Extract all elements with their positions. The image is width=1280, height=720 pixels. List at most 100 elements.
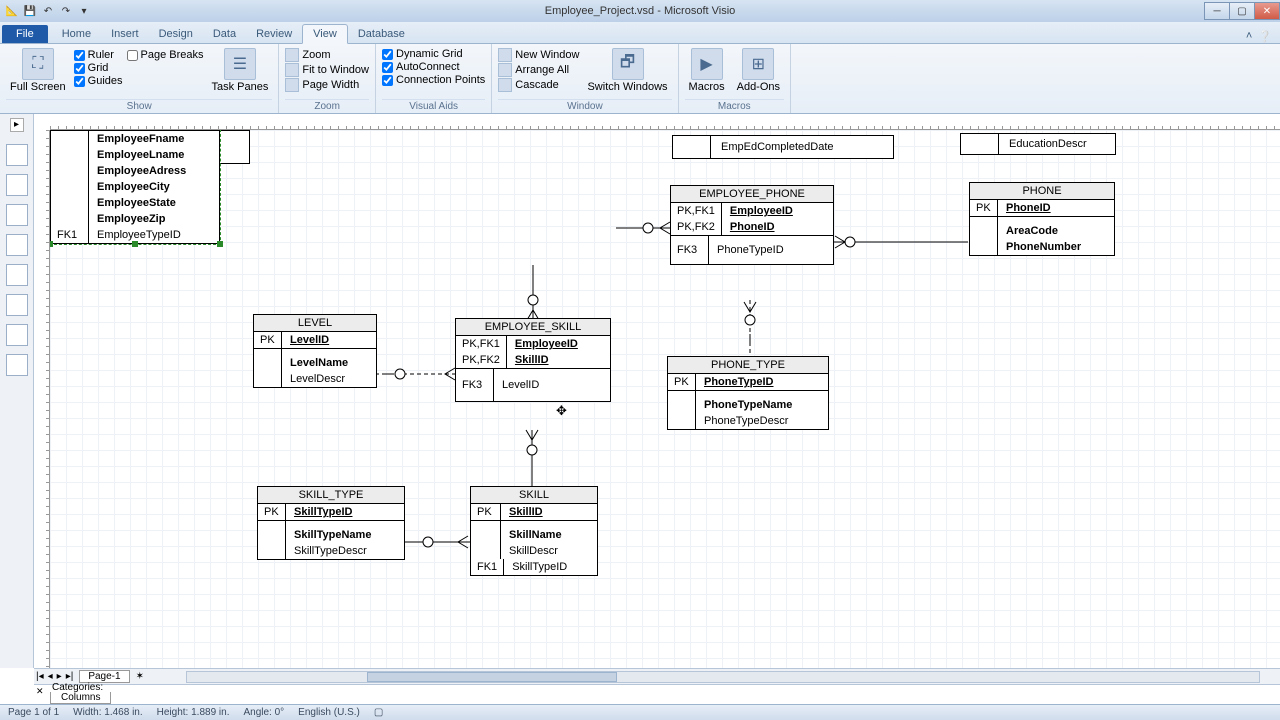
entity-level[interactable]: LEVEL PKLevelID LevelName LevelDescr (253, 314, 377, 388)
stencil-shape2-icon[interactable] (6, 204, 28, 226)
entity-education-fragment[interactable]: EducationDescr (960, 133, 1116, 155)
entity-employee-skill[interactable]: EMPLOYEE_SKILL PK,FK1EmployeeID PK,FK2Sk… (455, 318, 611, 402)
undo-icon[interactable]: ↶ (40, 3, 56, 19)
selection-handle[interactable] (132, 241, 138, 247)
macro-record-icon[interactable]: ▢ (374, 707, 383, 718)
stencil-shape7-icon[interactable] (6, 354, 28, 376)
selection-handle[interactable] (50, 241, 53, 247)
new-window-button[interactable]: New Window (498, 48, 579, 62)
last-page-icon[interactable]: ▸| (64, 671, 76, 682)
guides-checkbox[interactable]: Guides (74, 75, 123, 87)
entity-skill[interactable]: SKILL PKSkillID SkillName SkillDescr FK1… (470, 486, 598, 576)
tab-view[interactable]: View (302, 24, 348, 44)
cascade-button[interactable]: Cascade (498, 78, 579, 92)
page-breaks-checkbox[interactable]: Page Breaks (127, 49, 204, 61)
addons-icon: ⊞ (742, 48, 774, 80)
tab-insert[interactable]: Insert (101, 25, 149, 43)
page-width-button[interactable]: Page Width (285, 78, 369, 92)
horizontal-ruler (50, 114, 1280, 130)
connection-points-checkbox[interactable]: Connection Points (382, 74, 485, 86)
status-bar: Page 1 of 1 Width: 1.468 in. Height: 1.8… (0, 704, 1280, 720)
drawing-canvas[interactable]: EmployeeTypeName EmployeeTypeDescr Emplo… (50, 130, 1280, 668)
prev-page-icon[interactable]: ◂ (46, 671, 55, 682)
minimize-button[interactable]: ─ (1204, 2, 1230, 20)
minimize-ribbon-icon[interactable]: ˄ (1246, 30, 1252, 43)
maximize-button[interactable]: ▢ (1229, 2, 1255, 20)
stencil-expand-icon[interactable]: ▸ (10, 118, 24, 132)
first-page-icon[interactable]: |◂ (34, 671, 46, 682)
mouse-cursor: ✥ (556, 403, 567, 419)
visual-aids-group-label: Visual Aids (382, 99, 485, 113)
page-tab-bar: |◂ ◂ ▸ ▸| Page-1 ✶ (34, 668, 1280, 684)
arrange-all-button[interactable]: Arrange All (498, 63, 579, 77)
addons-label: Add-Ons (737, 81, 780, 93)
scrollbar-thumb[interactable] (367, 672, 617, 682)
cascade-icon (498, 78, 512, 92)
tab-home[interactable]: Home (52, 25, 101, 43)
fullscreen-icon: ⛶ (22, 48, 54, 80)
full-screen-label: Full Screen (10, 81, 66, 93)
task-panes-label: Task Panes (211, 81, 268, 93)
status-angle: Angle: 0° (243, 707, 284, 718)
task-panes-button[interactable]: ☰ Task Panes (207, 46, 272, 95)
quick-access-toolbar: 📐 💾 ↶ ↷ ▾ (0, 3, 96, 19)
new-page-icon[interactable]: ✶ (134, 671, 146, 682)
switch-windows-icon: 🗗 (612, 48, 644, 80)
zoom-group-label: Zoom (285, 99, 369, 113)
work-area: ▸ (0, 114, 1280, 668)
tab-data[interactable]: Data (203, 25, 246, 43)
entity-employee-fragment[interactable]: EmployeeFname EmployeeLname EmployeeAdre… (50, 130, 220, 244)
redo-icon[interactable]: ↷ (58, 3, 74, 19)
switch-windows-label: Switch Windows (587, 81, 667, 93)
zoom-button[interactable]: Zoom (285, 48, 369, 62)
ruler-checkbox[interactable]: Ruler (74, 49, 123, 61)
entity-skill-type[interactable]: SKILL_TYPE PKSkillTypeID SkillTypeName S… (257, 486, 405, 560)
stencil-pointer-icon[interactable] (6, 144, 28, 166)
next-page-icon[interactable]: ▸ (55, 671, 64, 682)
fit-to-window-button[interactable]: Fit to Window (285, 63, 369, 77)
status-language: English (U.S.) (298, 707, 360, 718)
categories-panel: ✕ Categories: Columns (34, 684, 1280, 704)
entity-phone[interactable]: PHONE PKPhoneID AreaCode PhoneNumber (969, 182, 1115, 256)
stencil-shape5-icon[interactable] (6, 294, 28, 316)
addons-button[interactable]: ⊞ Add-Ons (733, 46, 784, 95)
stencil-shape4-icon[interactable] (6, 264, 28, 286)
tab-review[interactable]: Review (246, 25, 302, 43)
close-button[interactable]: ✕ (1254, 2, 1280, 20)
grid-checkbox[interactable]: Grid (74, 62, 123, 74)
horizontal-scrollbar[interactable] (186, 671, 1260, 683)
dynamic-grid-checkbox[interactable]: Dynamic Grid (382, 48, 485, 60)
stencil-shape3-icon[interactable] (6, 234, 28, 256)
ribbon-tabs: File Home Insert Design Data Review View… (0, 22, 1280, 44)
qat-dropdown-icon[interactable]: ▾ (76, 3, 92, 19)
vertical-ruler (34, 130, 50, 668)
macros-label: Macros (689, 81, 725, 93)
macros-button[interactable]: ▶ Macros (685, 46, 729, 95)
window-group-label: Window (498, 99, 671, 113)
autoconnect-checkbox[interactable]: AutoConnect (382, 61, 485, 73)
macros-icon: ▶ (691, 48, 723, 80)
status-page: Page 1 of 1 (8, 707, 59, 718)
macros-group-label: Macros (685, 99, 784, 113)
tab-design[interactable]: Design (149, 25, 203, 43)
stencil-shape6-icon[interactable] (6, 324, 28, 346)
panel-close-icon[interactable]: ✕ (36, 686, 44, 697)
tab-database[interactable]: Database (348, 25, 415, 43)
new-window-icon (498, 48, 512, 62)
entity-phone-type[interactable]: PHONE_TYPE PKPhoneTypeID PhoneTypeName P… (667, 356, 829, 430)
stencil-shape1-icon[interactable] (6, 174, 28, 196)
save-icon[interactable]: 💾 (22, 3, 38, 19)
entity-emped-fragment[interactable]: EmpEdCompletedDate (672, 135, 894, 159)
file-tab[interactable]: File (2, 25, 48, 43)
full-screen-button[interactable]: ⛶ Full Screen (6, 46, 70, 95)
status-height: Height: 1.889 in. (157, 707, 230, 718)
stencil-bar: ▸ (0, 114, 34, 668)
entity-employee-phone[interactable]: EMPLOYEE_PHONE PK,FK1EmployeeID PK,FK2Ph… (670, 185, 834, 265)
switch-windows-button[interactable]: 🗗 Switch Windows (583, 46, 671, 95)
ribbon: ⛶ Full Screen Ruler Grid Guides Page Bre… (0, 44, 1280, 114)
selection-handle[interactable] (217, 241, 223, 247)
columns-tab[interactable]: Columns (50, 692, 111, 704)
fit-window-icon (285, 63, 299, 77)
show-group-label: Show (6, 99, 272, 113)
help-icon[interactable]: ❔ (1258, 30, 1272, 43)
